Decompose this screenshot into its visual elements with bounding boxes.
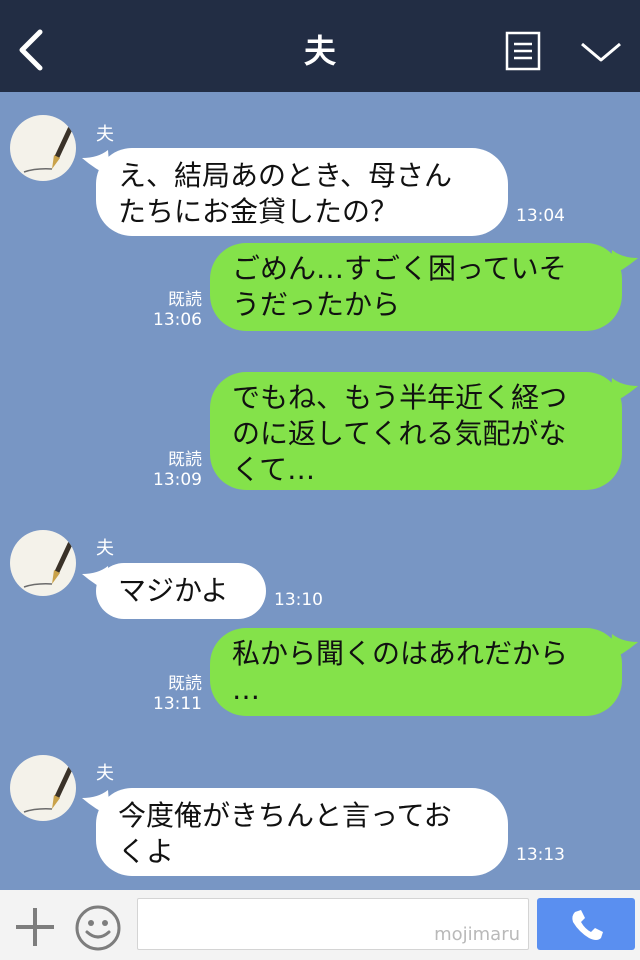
pen-avatar-icon: [23, 126, 73, 173]
phone-icon: [572, 910, 603, 940]
watermark: mojimaru: [434, 924, 520, 945]
avatar[interactable]: [10, 115, 76, 181]
read-label: 既読: [168, 290, 202, 310]
message-time: 13:06: [153, 310, 202, 330]
pen-avatar-icon: [23, 766, 73, 813]
message-bubble-outgoing[interactable]: ごめん…すごく困っていそ うだったから: [210, 243, 622, 331]
message-bubble-incoming[interactable]: マジかよ: [96, 563, 266, 619]
message-input[interactable]: mojimaru: [137, 898, 529, 950]
sender-name: 夫: [96, 763, 114, 784]
avatar[interactable]: [10, 755, 76, 821]
bubble-tail: [610, 634, 638, 660]
menu-icon[interactable]: [505, 31, 541, 71]
message-time: 13:04: [516, 206, 565, 226]
sender-name: 夫: [96, 124, 114, 145]
message-bubble-outgoing[interactable]: 私から聞くのはあれだから …: [210, 628, 622, 716]
smiley-icon[interactable]: [74, 904, 122, 952]
message-time: 13:13: [516, 845, 565, 865]
message-time: 13:11: [153, 694, 202, 714]
bubble-tail: [610, 250, 638, 276]
read-receipt: 既読 13:09: [152, 450, 202, 490]
header-bar: 夫: [0, 0, 640, 92]
avatar[interactable]: [10, 530, 76, 596]
chat-title: 夫: [303, 32, 336, 70]
read-label: 既読: [168, 450, 202, 470]
pen-avatar-icon: [23, 541, 73, 588]
read-label: 既読: [168, 674, 202, 694]
message-time: 13:10: [274, 590, 323, 610]
read-receipt: 既読 13:11: [152, 674, 202, 714]
message-bubble-outgoing[interactable]: でもね、もう半年近く経つ のに返してくれる気配がな くて…: [210, 372, 622, 490]
message-bubble-incoming[interactable]: 今度俺がきちんと言ってお くよ: [96, 788, 508, 876]
read-receipt: 既読 13:06: [152, 290, 202, 330]
call-button[interactable]: [537, 898, 635, 950]
message-bubble-incoming[interactable]: え、結局あのとき、母さん たちにお金貸したの？: [96, 148, 508, 236]
chevron-down-icon[interactable]: [578, 36, 624, 66]
sender-name: 夫: [96, 538, 114, 559]
input-bar: mojimaru: [0, 890, 640, 960]
message-time: 13:09: [153, 470, 202, 490]
plus-icon[interactable]: [14, 906, 56, 948]
bubble-tail: [610, 378, 638, 404]
